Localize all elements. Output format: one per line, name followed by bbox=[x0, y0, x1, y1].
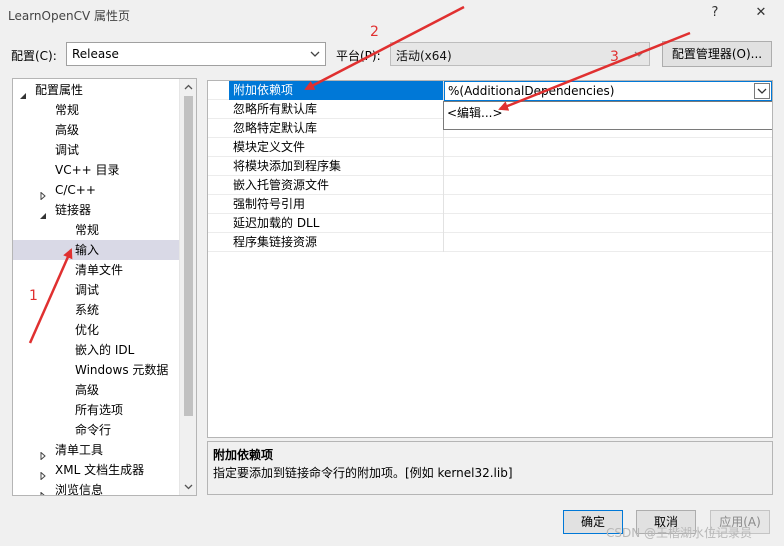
grid-row[interactable]: 强制符号引用 bbox=[208, 195, 772, 214]
tree-item-label: 高级 bbox=[75, 383, 100, 397]
tree-item[interactable]: 高级 bbox=[13, 120, 179, 140]
tree-item[interactable]: 浏览信息 bbox=[13, 480, 179, 496]
grid-row-name: 忽略所有默认库 bbox=[229, 100, 444, 119]
tree-item-label: 调试 bbox=[55, 143, 80, 157]
tree-expanded-icon[interactable] bbox=[19, 86, 27, 99]
grid-row-name: 将模块添加到程序集 bbox=[229, 157, 444, 176]
tree-collapsed-icon[interactable] bbox=[39, 186, 47, 201]
annotation-number-3: 3 bbox=[610, 49, 619, 65]
tree-item-label: 输入 bbox=[75, 243, 100, 257]
grid-row-value[interactable] bbox=[444, 233, 772, 252]
config-combo[interactable]: Release bbox=[66, 42, 326, 66]
window-title: LearnOpenCV 属性页 bbox=[8, 9, 130, 23]
edit-menu-item[interactable]: <编辑...> bbox=[447, 104, 503, 121]
tree-item-label: XML 文档生成器 bbox=[55, 463, 145, 477]
tree-item[interactable]: 输入 bbox=[13, 240, 179, 260]
description-panel: 附加依赖项 指定要添加到链接命令行的附加项。[例如 kernel32.lib] bbox=[207, 441, 773, 495]
grid-row-value[interactable] bbox=[444, 195, 772, 214]
additional-dependencies-input[interactable]: %(AdditionalDependencies) bbox=[444, 81, 772, 101]
grid-row[interactable]: 嵌入托管资源文件 bbox=[208, 176, 772, 195]
tree-item-label: 调试 bbox=[75, 283, 100, 297]
grid-row-value[interactable] bbox=[444, 157, 772, 176]
tree-item[interactable]: 嵌入的 IDL bbox=[13, 340, 179, 360]
tree-item[interactable]: 配置属性 bbox=[13, 80, 179, 100]
tree-item-label: 优化 bbox=[75, 323, 100, 337]
tree-expanded-icon[interactable] bbox=[39, 206, 47, 219]
chevron-down-icon bbox=[308, 46, 322, 62]
tree-item-label: 常规 bbox=[75, 223, 100, 237]
grid-row[interactable]: 将模块添加到程序集 bbox=[208, 157, 772, 176]
chevron-down-icon bbox=[757, 88, 767, 94]
grid-row-name: 嵌入托管资源文件 bbox=[229, 176, 444, 195]
tree-item[interactable]: 常规 bbox=[13, 100, 179, 120]
platform-label: 平台(P): bbox=[336, 49, 381, 63]
grid-row-name: 延迟加载的 DLL bbox=[229, 214, 444, 233]
tree-item-label: 配置属性 bbox=[35, 83, 84, 97]
tree-item-label: Windows 元数据 bbox=[75, 363, 169, 377]
tree-item[interactable]: 链接器 bbox=[13, 200, 179, 220]
tree-item-label: C/C++ bbox=[55, 183, 96, 197]
tree-item[interactable]: VC++ 目录 bbox=[13, 160, 179, 180]
tree-item[interactable]: 常规 bbox=[13, 220, 179, 240]
tree-item[interactable]: 清单文件 bbox=[13, 260, 179, 280]
tree-item-label: 常规 bbox=[55, 103, 80, 117]
scroll-up-icon[interactable] bbox=[183, 82, 194, 93]
tree-item-label: 高级 bbox=[55, 123, 80, 137]
tree-item-label: 清单工具 bbox=[55, 443, 104, 457]
title-bar: LearnOpenCV 属性页 ? ✕ bbox=[0, 0, 784, 30]
tree-collapsed-icon[interactable] bbox=[39, 466, 47, 481]
scroll-thumb[interactable] bbox=[184, 96, 193, 416]
grid-row-value[interactable] bbox=[444, 214, 772, 233]
tree-item-label: 嵌入的 IDL bbox=[75, 343, 135, 357]
additional-dependencies-value: %(AdditionalDependencies) bbox=[448, 84, 615, 98]
config-label: 配置(C): bbox=[11, 49, 57, 63]
grid-row[interactable]: 程序集链接资源 bbox=[208, 233, 772, 252]
tree-item[interactable]: 所有选项 bbox=[13, 400, 179, 420]
config-manager-button[interactable]: 配置管理器(O)... bbox=[662, 41, 772, 67]
grid-row-name: 强制符号引用 bbox=[229, 195, 444, 214]
property-tree[interactable]: 配置属性 常规 高级 调试 VC++ 目录 C/C++ 链接器 常规 输入 清单文件 调试 系统 优化嵌… bbox=[12, 78, 197, 496]
annotation-number-2: 2 bbox=[370, 24, 379, 40]
value-dropdown: <编辑...> bbox=[443, 101, 772, 130]
tree-item[interactable]: 调试 bbox=[13, 140, 179, 160]
description-title: 附加依赖项 bbox=[213, 448, 274, 462]
tree-item[interactable]: 命令行 bbox=[13, 420, 179, 440]
tree-item[interactable]: 清单工具 bbox=[13, 440, 179, 461]
tree-collapsed-icon[interactable] bbox=[39, 446, 47, 461]
chevron-down-icon bbox=[632, 46, 646, 62]
tree-item-label: VC++ 目录 bbox=[55, 163, 120, 177]
watermark: CSDN @王楷湖水位记录员 bbox=[606, 526, 753, 540]
tree-item[interactable]: XML 文档生成器 bbox=[13, 460, 179, 481]
tree-item-label: 浏览信息 bbox=[55, 483, 104, 496]
grid-row-value[interactable] bbox=[444, 138, 772, 157]
config-value: Release bbox=[72, 47, 119, 61]
tree-item[interactable]: Windows 元数据 bbox=[13, 360, 179, 380]
grid-row-value[interactable] bbox=[444, 176, 772, 195]
grid-row-name: 程序集链接资源 bbox=[229, 233, 444, 252]
description-text: 指定要添加到链接命令行的附加项。[例如 kernel32.lib] bbox=[213, 466, 513, 480]
help-button[interactable]: ? bbox=[706, 5, 724, 20]
platform-value: 活动(x64) bbox=[396, 49, 452, 63]
dropdown-button[interactable] bbox=[754, 83, 770, 99]
tree-item[interactable]: 优化 bbox=[13, 320, 179, 340]
grid-row[interactable]: 模块定义文件 bbox=[208, 138, 772, 157]
scroll-down-icon[interactable] bbox=[183, 481, 194, 492]
close-button[interactable]: ✕ bbox=[752, 5, 770, 20]
property-grid[interactable]: 附加依赖项 忽略所有默认库 忽略特定默认库 模块定义文件 将模块添加到程序集 嵌入托管资源… bbox=[207, 80, 773, 438]
tree-collapsed-icon[interactable] bbox=[39, 486, 47, 495]
grid-row[interactable]: 延迟加载的 DLL bbox=[208, 214, 772, 233]
grid-row-name: 忽略特定默认库 bbox=[229, 119, 444, 138]
tree-item-label: 所有选项 bbox=[75, 403, 124, 417]
tree-item[interactable]: C/C++ bbox=[13, 180, 179, 201]
tree-item-label: 清单文件 bbox=[75, 263, 124, 277]
tree-item[interactable]: 高级 bbox=[13, 380, 179, 400]
grid-row-name: 模块定义文件 bbox=[229, 138, 444, 157]
annotation-number-1: 1 bbox=[29, 288, 38, 304]
tree-item-label: 系统 bbox=[75, 303, 100, 317]
tree-item-label: 链接器 bbox=[55, 203, 92, 217]
tree-item-label: 命令行 bbox=[75, 423, 112, 437]
tree-scrollbar[interactable] bbox=[179, 79, 196, 495]
grid-row-name: 附加依赖项 bbox=[229, 81, 444, 100]
